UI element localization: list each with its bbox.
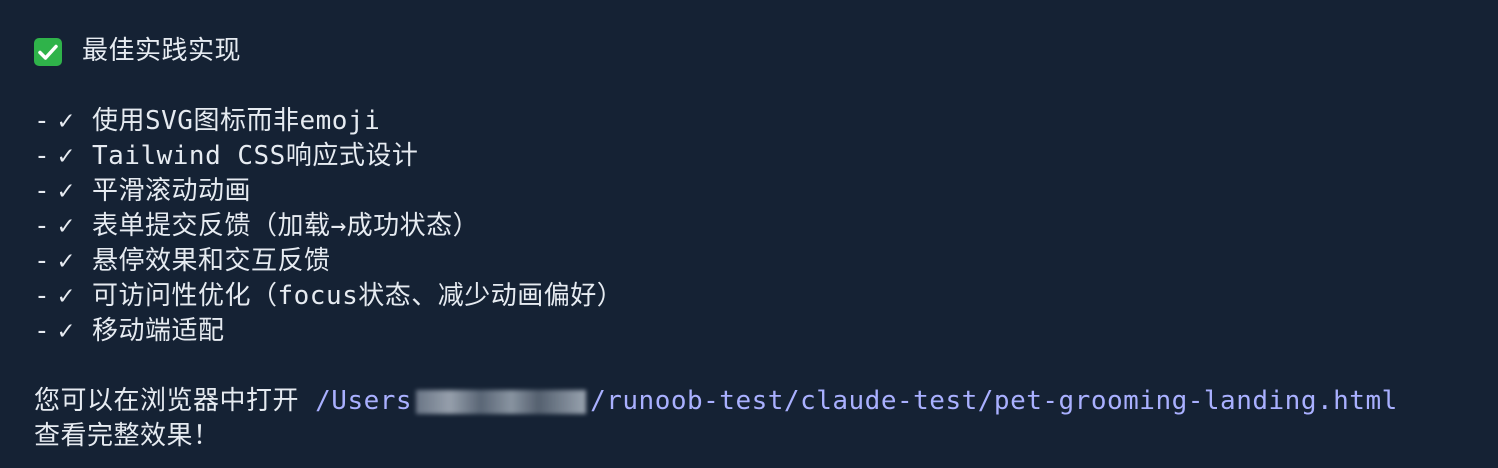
open-file-line: 您可以在浏览器中打开 /Users/runoob-test/claude-tes… — [34, 384, 1474, 419]
feature-list: - ✓ 使用SVG图标而非emoji - ✓ Tailwind CSS响应式设计… — [34, 104, 1474, 349]
dash-marker: - — [34, 141, 51, 171]
list-item: - ✓ 使用SVG图标而非emoji — [34, 104, 1474, 139]
dash-marker: - — [34, 316, 51, 346]
checkmark-icon: ✓ — [58, 246, 75, 276]
heading-line: 最佳实践实现 — [34, 34, 1474, 69]
dash-marker: - — [34, 281, 51, 311]
file-path-suffix: /runoob-test/claude-test/pet-grooming-la… — [590, 386, 1398, 416]
view-result-line: 查看完整效果！ — [34, 421, 220, 451]
list-item-text: 使用SVG图标而非emoji — [92, 106, 381, 136]
checkmark-icon: ✓ — [58, 211, 75, 241]
checkmark-icon: ✓ — [58, 316, 75, 346]
checkmark-icon: ✓ — [58, 176, 75, 206]
terminal-output: 最佳实践实现 - ✓ 使用SVG图标而非emoji - ✓ Tailwind C… — [34, 34, 1474, 454]
list-item-text: 移动端适配 — [92, 316, 225, 346]
list-item: - ✓ 平滑滚动动画 — [34, 174, 1474, 209]
open-file-text: 您可以在浏览器中打开 — [34, 386, 316, 416]
redacted-username — [416, 389, 587, 414]
list-item: - ✓ Tailwind CSS响应式设计 — [34, 139, 1474, 174]
dash-marker: - — [34, 106, 51, 136]
list-item: - ✓ 表单提交反馈（加载→成功状态） — [34, 209, 1474, 244]
dash-marker: - — [34, 246, 51, 276]
list-item-text: 可访问性优化（focus状态、减少动画偏好） — [92, 281, 624, 311]
heading-text: 最佳实践实现 — [82, 36, 242, 66]
list-item-text: 平滑滚动动画 — [92, 176, 252, 206]
list-item-text: Tailwind CSS响应式设计 — [92, 141, 419, 171]
list-item: - ✓ 悬停效果和交互反馈 — [34, 244, 1474, 279]
checkmark-icon: ✓ — [58, 281, 75, 311]
file-path-prefix: /Users — [315, 386, 413, 416]
check-box-icon — [34, 37, 62, 66]
dash-marker: - — [34, 176, 51, 206]
dash-marker: - — [34, 211, 51, 241]
checkmark-icon: ✓ — [58, 106, 75, 136]
list-item-text: 表单提交反馈（加载→成功状态） — [92, 211, 480, 241]
checkmark-icon: ✓ — [58, 141, 75, 171]
list-item-text: 悬停效果和交互反馈 — [92, 246, 331, 276]
list-item: - ✓ 移动端适配 — [34, 314, 1474, 349]
list-item: - ✓ 可访问性优化（focus状态、减少动画偏好） — [34, 279, 1474, 314]
file-path-link[interactable]: /Users/runoob-test/claude-test/pet-groom… — [315, 386, 1398, 416]
